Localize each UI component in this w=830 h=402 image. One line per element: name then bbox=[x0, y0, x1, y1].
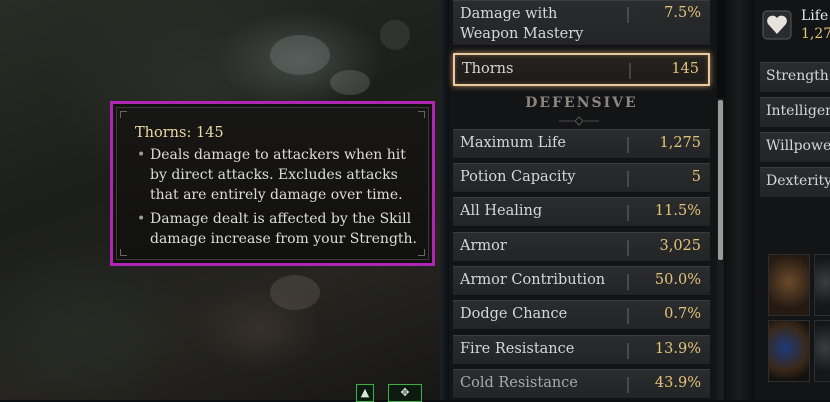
stat-label: Dodge Chance bbox=[460, 306, 568, 322]
stat-value: 145 bbox=[671, 61, 699, 77]
stat-row-armor-contribution[interactable]: Armor Contribution 50.0% bbox=[453, 266, 710, 296]
row-separator bbox=[627, 240, 629, 256]
attribute-strength[interactable]: Strength bbox=[760, 62, 830, 92]
stat-row-thorns[interactable]: Thorns 145 bbox=[453, 53, 710, 86]
stat-row-damage-with-weapon-mastery[interactable]: Damage with Weapon Mastery 7.5% bbox=[453, 0, 710, 46]
stat-label: Fire Resistance bbox=[460, 341, 575, 357]
equipment-slot[interactable] bbox=[814, 320, 830, 382]
ornament-divider-icon bbox=[559, 116, 599, 126]
stat-label: Armor bbox=[460, 238, 507, 254]
tooltip-bullet-text: Deals damage to attackers when hit by di… bbox=[150, 147, 406, 203]
life-value: 1,27 bbox=[801, 26, 830, 42]
rubble-debris bbox=[330, 70, 370, 95]
stat-label: All Healing bbox=[460, 203, 543, 219]
arrow-up-icon[interactable]: ▲ bbox=[356, 384, 374, 402]
row-separator bbox=[629, 63, 631, 79]
stat-label: Damage with Weapon Mastery bbox=[460, 6, 584, 42]
equipment-slot-amulet[interactable] bbox=[768, 320, 810, 382]
attribute-label: Strength bbox=[766, 68, 829, 84]
stat-row-potion-capacity[interactable]: Potion Capacity 5 bbox=[453, 163, 710, 193]
stat-row-armor[interactable]: Armor 3,025 bbox=[453, 232, 710, 262]
row-separator bbox=[627, 205, 629, 221]
row-separator bbox=[627, 274, 629, 290]
thorns-tooltip: Thorns: 145 • Deals damage to attackers … bbox=[110, 101, 435, 266]
row-separator bbox=[627, 343, 629, 359]
stat-row-dodge-chance[interactable]: Dodge Chance 0.7% bbox=[453, 300, 710, 330]
rubble-debris bbox=[270, 35, 330, 75]
stat-row-cold-resistance[interactable]: Cold Resistance 43.9% bbox=[453, 369, 710, 399]
stat-value: 3,025 bbox=[659, 238, 701, 254]
row-separator bbox=[627, 171, 629, 187]
stat-label: Armor Contribution bbox=[460, 272, 606, 288]
stat-label: Potion Capacity bbox=[460, 169, 576, 185]
row-separator bbox=[627, 377, 629, 393]
stat-label: Thorns bbox=[462, 61, 514, 77]
stat-value: 43.9% bbox=[654, 375, 701, 391]
stat-value: 7.5% bbox=[664, 5, 701, 21]
attribute-intelligence[interactable]: Intelligen bbox=[760, 97, 830, 127]
stat-row-fire-resistance[interactable]: Fire Resistance 13.9% bbox=[453, 335, 710, 365]
frame-corner bbox=[120, 249, 127, 256]
tooltip-bullet: • Damage dealt is affected by the Skill … bbox=[135, 209, 425, 249]
row-separator bbox=[627, 7, 629, 23]
stat-value: 11.5% bbox=[654, 203, 701, 219]
equipment-slot[interactable] bbox=[814, 254, 830, 316]
character-summary-panel: Life 1,27 Strength Intelligen Willpower … bbox=[754, 0, 830, 400]
attribute-dexterity[interactable]: Dexterity bbox=[760, 167, 830, 197]
cross-icon[interactable]: ✥ bbox=[388, 384, 422, 402]
stat-value: 1,275 bbox=[659, 135, 701, 151]
stat-value: 50.0% bbox=[654, 272, 701, 288]
stats-scrollbar[interactable] bbox=[717, 98, 724, 400]
bullet-icon: • bbox=[137, 147, 146, 163]
frame-corner bbox=[418, 111, 425, 118]
scrollbar-thumb[interactable] bbox=[718, 100, 723, 260]
equipment-slot-helm[interactable] bbox=[768, 254, 810, 316]
character-stats-panel: Damage with Weapon Mastery 7.5% Thorns 1… bbox=[449, 0, 717, 400]
tooltip-bullet-text: Damage dealt is affected by the Skill da… bbox=[150, 211, 417, 247]
section-heading-defensive: DEFENSIVE bbox=[525, 95, 638, 111]
life-heart-icon bbox=[762, 10, 792, 40]
attribute-label: Dexterity bbox=[766, 173, 830, 189]
rubble-debris bbox=[270, 275, 320, 310]
life-label: Life bbox=[801, 8, 829, 24]
tooltip-bullet-list: • Deals damage to attackers when hit by … bbox=[135, 145, 425, 253]
row-separator bbox=[627, 308, 629, 324]
stat-label: Cold Resistance bbox=[460, 375, 578, 391]
frame-corner bbox=[120, 111, 127, 118]
panel-frame-edge bbox=[724, 0, 754, 400]
stat-value: 0.7% bbox=[664, 306, 701, 322]
attribute-label: Willpower bbox=[766, 138, 830, 154]
rubble-debris bbox=[380, 20, 410, 50]
bullet-icon: • bbox=[137, 211, 146, 227]
stat-row-maximum-life[interactable]: Maximum Life 1,275 bbox=[453, 129, 710, 159]
row-separator bbox=[627, 137, 629, 153]
stat-row-all-healing[interactable]: All Healing 11.5% bbox=[453, 197, 710, 227]
tooltip-bullet: • Deals damage to attackers when hit by … bbox=[135, 145, 425, 205]
tooltip-title: Thorns: 145 bbox=[135, 125, 224, 141]
attribute-willpower[interactable]: Willpower bbox=[760, 132, 830, 162]
stat-value: 5 bbox=[691, 169, 701, 185]
attribute-label: Intelligen bbox=[766, 103, 830, 119]
stat-value: 13.9% bbox=[654, 341, 701, 357]
stat-label: Maximum Life bbox=[460, 135, 566, 151]
